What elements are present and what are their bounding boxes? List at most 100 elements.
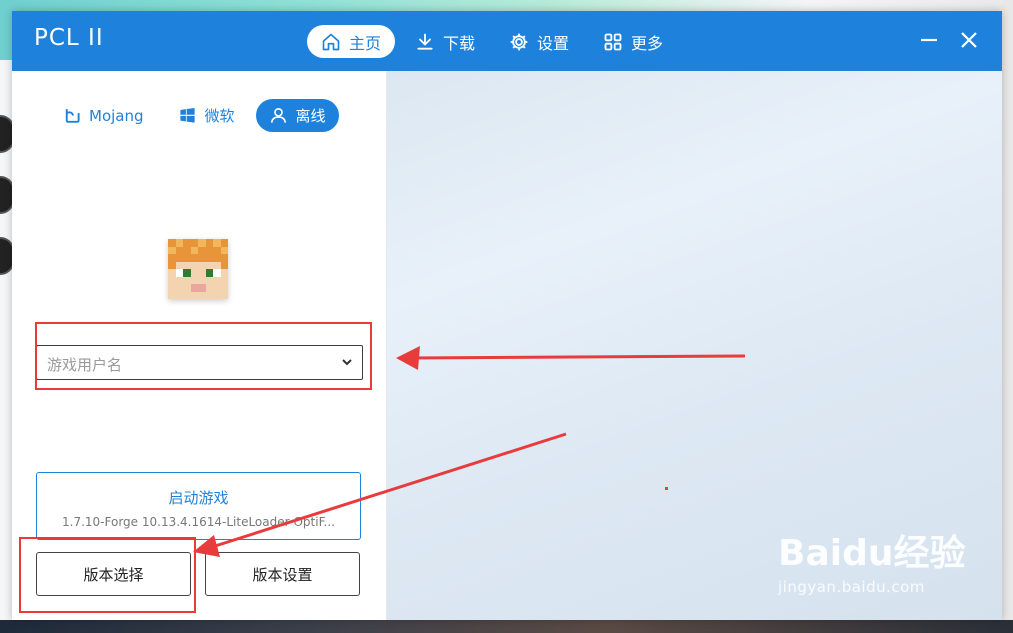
minimize-icon[interactable] [916,27,942,53]
annotation-box-version-select [19,537,196,613]
avatar-pixel [190,254,198,262]
avatar-pixel [168,239,176,247]
avatar-pixel [220,261,228,269]
avatar-pixel [205,239,213,247]
avatar-pixel [183,254,191,262]
avatar-pixel [175,254,183,262]
tab-offline[interactable]: 离线 [255,99,339,132]
avatar-pixel [198,276,206,284]
avatar-pixel [205,254,213,262]
avatar-pixel [205,261,213,269]
title-bar: PCL II 主页 下载 设置 更多 [12,11,1002,71]
avatar-pixel [205,269,213,277]
avatar-pixel [190,291,198,299]
avatar-pixel [198,261,206,269]
avatar-pixel [220,239,228,247]
watermark-logo: Baidu经验 [778,533,966,574]
launch-version: 1.7.10-Forge 10.13.4.1614-LiteLoader-Opt… [62,515,335,529]
nav-download[interactable]: 下载 [401,25,489,58]
avatar-pixel [190,276,198,284]
avatar-pixel [190,246,198,254]
avatar-pixel [205,284,213,292]
gear-icon [510,33,528,50]
avatar-pixel [213,239,221,247]
avatar-pixel [205,276,213,284]
avatar-pixel [213,284,221,292]
avatar-pixel [220,291,228,299]
avatar-pixel [183,291,191,299]
avatar-pixel [220,276,228,284]
avatar-pixel [198,269,206,277]
baidu-watermark: Baidu经验 jingyan.baidu.com [778,524,983,614]
avatar-pixel [198,246,206,254]
avatar-pixel [175,269,183,277]
avatar-pixel [175,261,183,269]
avatar-pixel [198,239,206,247]
avatar-pixel [168,261,176,269]
avatar-pixel [220,269,228,277]
avatar-pixel [220,254,228,262]
avatar-pixel [168,254,176,262]
avatar-pixel [183,239,191,247]
avatar-pixel [198,284,206,292]
avatar-pixel [168,291,176,299]
avatar-pixel [190,261,198,269]
nav-more[interactable]: 更多 [589,25,677,58]
avatar-pixel [220,284,228,292]
nav-home-label: 主页 [349,33,382,53]
launch-game-button[interactable]: 启动游戏 1.7.10-Forge 10.13.4.1614-LiteLoade… [36,472,361,540]
tab-offline-label: 离线 [295,107,326,125]
annotation-box-username [35,322,372,390]
desktop-taskbar-strip [0,620,1013,633]
home-icon [322,33,340,50]
tab-microsoft[interactable]: 微软 [165,99,248,132]
avatar-pixel [198,254,206,262]
tab-microsoft-label: 微软 [204,107,235,125]
nav-settings[interactable]: 设置 [495,25,583,58]
version-settings-button[interactable]: 版本设置 [205,552,360,596]
windows-icon [179,107,195,123]
avatar-pixel [175,246,183,254]
nav-more-label: 更多 [631,33,664,53]
avatar-pixel [183,269,191,277]
avatar-pixel [190,239,198,247]
avatar-pixel [213,269,221,277]
main-nav: 主页 下载 设置 更多 [307,25,683,58]
avatar-pixel [168,269,176,277]
download-icon [417,33,433,50]
avatar-pixel [213,254,221,262]
avatar-pixel [220,246,228,254]
avatar-pixel [198,291,206,299]
avatar-pixel [213,246,221,254]
avatar-pixel [190,269,198,277]
avatar-pixel [168,246,176,254]
avatar-pixel [168,276,176,284]
close-icon[interactable] [956,27,982,53]
watermark-url: jingyan.baidu.com [778,578,925,596]
avatar-pixel [213,276,221,284]
mojang-icon [65,109,80,123]
avatar-pixel [205,291,213,299]
grid-icon [604,33,622,50]
avatar-pixel [175,276,183,284]
avatar-pixel [183,246,191,254]
nav-settings-label: 设置 [537,33,570,53]
avatar-pixel [168,284,176,292]
account-type-tabs: Mojang 微软 离线 [49,99,347,132]
avatar-pixel [205,246,213,254]
user-icon [270,107,286,123]
avatar-pixel [213,261,221,269]
avatar-pixel [175,291,183,299]
tab-mojang-label: Mojang [89,106,144,125]
avatar-pixel [190,284,198,292]
avatar-pixel [183,261,191,269]
player-skin-avatar [168,239,228,299]
avatar-pixel [183,284,191,292]
avatar-pixel [213,291,221,299]
tab-mojang[interactable]: Mojang [49,99,157,132]
nav-home[interactable]: 主页 [307,25,396,58]
launch-label: 启动游戏 [168,489,229,507]
nav-download-label: 下载 [443,33,476,53]
desktop-background-right [1002,0,1013,633]
avatar-pixel [175,239,183,247]
